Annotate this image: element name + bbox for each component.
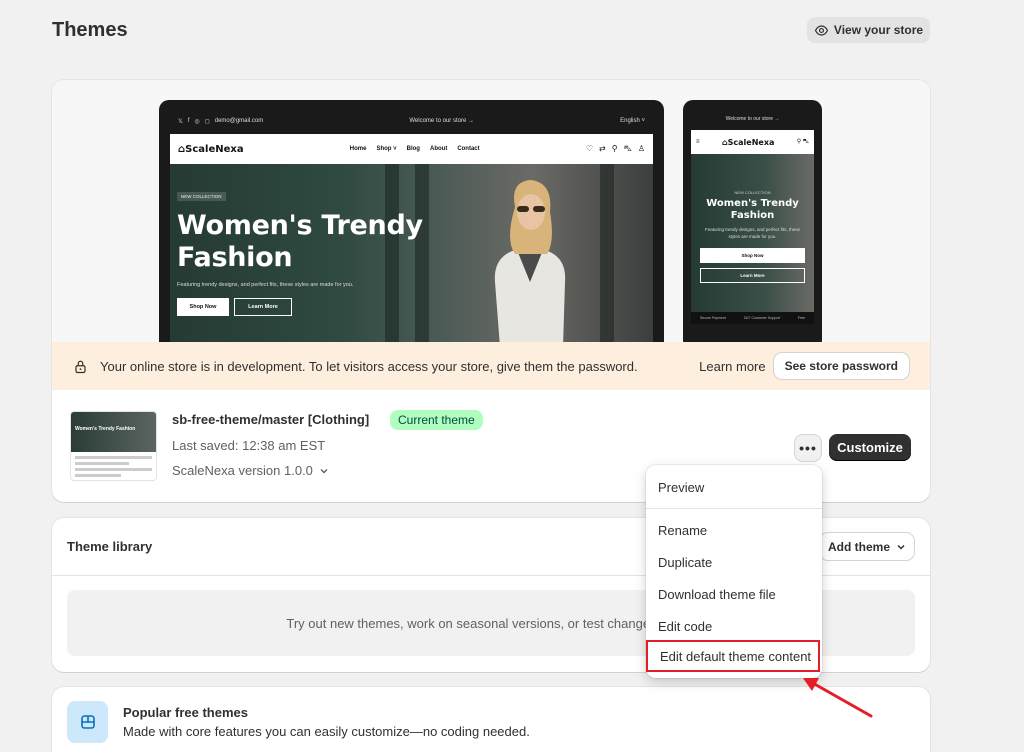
thumbnail-title: Women's Trendy Fashion	[75, 426, 136, 432]
popular-themes-subtitle: Made with core features you can easily c…	[123, 724, 530, 739]
eye-icon	[814, 24, 829, 36]
account-icon: ♙	[637, 144, 645, 153]
search-icon: ⚲	[611, 144, 618, 153]
desktop-learn-more: Learn More	[234, 298, 292, 316]
theme-version[interactable]: ScaleNexa version 1.0.0	[172, 463, 329, 478]
desktop-logo: ⌂ScaleNexa	[178, 143, 244, 155]
compare-icon: ⇄	[599, 144, 606, 153]
desktop-preview: 𝕏 f ◎ ◻ demo@gmail.com Welcome to our st…	[159, 100, 664, 360]
desktop-hero-tag: NEW COLLECTION	[177, 192, 226, 201]
mobile-hero-tag: NEW COLLECTION	[734, 190, 771, 195]
view-store-label: View your store	[833, 23, 924, 37]
see-store-password-button[interactable]: See store password	[773, 353, 909, 379]
add-theme-button[interactable]: Add theme	[820, 533, 914, 560]
theme-thumbnail: Women's Trendy Fashion	[70, 411, 157, 481]
facebook-icon: f	[187, 118, 190, 124]
desktop-shop-now: Shop Now	[177, 298, 229, 316]
desktop-hero-title: Women's Trendy Fashion	[177, 210, 423, 273]
theme-store-icon	[67, 701, 108, 743]
desktop-menu-blog: Blog	[406, 146, 420, 152]
menu-divider	[646, 508, 822, 509]
mobile-cart-icon: ⚲ ⛍	[796, 139, 809, 145]
desktop-menu-shop: Shop ˅	[376, 146, 397, 152]
development-message: Your online store is in development. To …	[100, 358, 638, 374]
theme-library-title: Theme library	[67, 539, 153, 554]
page-title: Themes	[52, 19, 128, 41]
learn-more-link[interactable]: Learn more	[699, 359, 765, 374]
desktop-nav: ⌂ScaleNexa Home Shop ˅ Blog About Contac…	[170, 134, 653, 164]
mobile-nav: ≡ ⌂ScaleNexa ⚲ ⛍	[691, 130, 814, 154]
desktop-announcement-bar: 𝕏 f ◎ ◻ demo@gmail.com Welcome to our st…	[170, 108, 653, 134]
mobile-features-bar: Secure Payment 24/7 Customer Support Fre…	[691, 312, 814, 324]
theme-preview[interactable]: 𝕏 f ◎ ◻ demo@gmail.com Welcome to our st…	[52, 80, 930, 360]
current-theme-badge: Current theme	[390, 410, 483, 430]
desktop-hero: NEW COLLECTION Women's Trendy Fashion Fe…	[170, 164, 653, 344]
pinterest-icon: ◎	[194, 118, 200, 125]
menu-item-preview[interactable]: Preview	[646, 471, 822, 503]
theme-name: sb-free-theme/master [Clothing]	[172, 412, 370, 427]
desktop-email: demo@gmail.com	[214, 118, 264, 124]
view-store-button[interactable]: View your store	[807, 17, 930, 43]
hero-model-image	[494, 180, 566, 344]
menu-item-edit-default-theme-content[interactable]: Edit default theme content	[646, 640, 820, 672]
customize-button[interactable]: Customize	[829, 434, 911, 461]
theme-actions-menu: Preview Rename Duplicate Download theme …	[646, 465, 822, 678]
desktop-menu-home: Home	[349, 146, 367, 152]
mobile-announcement: Welcome to our store →	[725, 116, 780, 122]
chevron-down-icon	[320, 468, 328, 473]
menu-item-edit-code[interactable]: Edit code	[646, 610, 822, 642]
popular-themes-title: Popular free themes	[123, 705, 248, 720]
x-icon: 𝕏	[178, 118, 183, 125]
desktop-hero-subtitle: Featuring trendy designs, and perfect fi…	[177, 282, 354, 288]
desktop-menu-about: About	[429, 146, 448, 152]
mobile-learn-more: Learn More	[700, 268, 805, 283]
menu-item-download-theme-file[interactable]: Download theme file	[646, 578, 822, 610]
instagram-icon: ◻	[204, 118, 210, 125]
menu-item-duplicate[interactable]: Duplicate	[646, 546, 822, 578]
chevron-down-icon	[897, 544, 905, 550]
cart-icon: ⛍	[623, 144, 632, 153]
mobile-preview: Welcome to our store → ≡ ⌂ScaleNexa ⚲ ⛍ …	[683, 100, 822, 350]
menu-item-rename[interactable]: Rename	[646, 514, 822, 546]
mobile-shop-now: Shop Now	[700, 248, 805, 263]
desktop-menu-contact: Contact	[457, 146, 480, 152]
last-saved: Last saved: 12:38 am EST	[172, 438, 326, 453]
desktop-language: English ˅	[620, 118, 645, 124]
more-actions-button[interactable]: •••	[795, 435, 821, 461]
mobile-hero-title: Women's Trendy Fashion	[706, 198, 799, 221]
annotation-arrow	[803, 678, 873, 718]
desktop-welcome: Welcome to our store →	[409, 118, 474, 124]
menu-icon: ≡	[696, 139, 700, 145]
mobile-logo: ⌂ScaleNexa	[721, 137, 775, 147]
development-banner: Your online store is in development. To …	[52, 342, 930, 390]
lock-icon	[75, 360, 86, 373]
mobile-hero-subtitle: Featuring trendy designs, and perfect fi…	[704, 227, 801, 239]
current-theme-card: 𝕏 f ◎ ◻ demo@gmail.com Welcome to our st…	[52, 80, 930, 502]
mobile-hero: NEW COLLECTION Women's Trendy Fashion Fe…	[691, 154, 814, 324]
wishlist-icon: ♡	[585, 144, 594, 153]
